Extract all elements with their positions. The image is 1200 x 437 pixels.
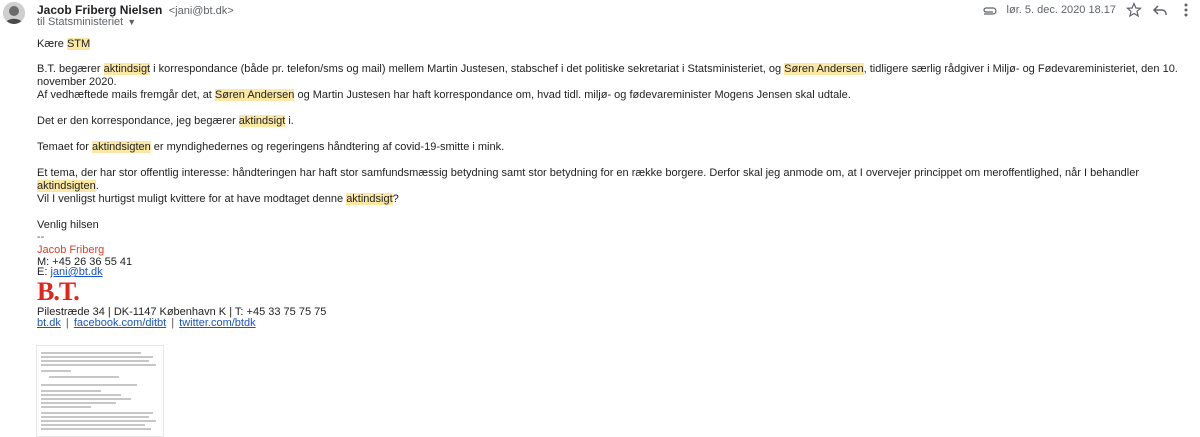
paragraph-correspondence: Det er den korrespondance, jeg begærer a… bbox=[37, 115, 294, 128]
paragraph-theme: Temaet for aktindsigten er myndighederne… bbox=[37, 141, 504, 154]
text-run: Vil I venligst hurtigst muligt kvittere … bbox=[37, 193, 347, 205]
text-run: Kære bbox=[37, 38, 67, 50]
star-icon[interactable] bbox=[1126, 2, 1142, 18]
paragraph-confirm: Vil I venligst hurtigst muligt kvittere … bbox=[37, 193, 399, 206]
signature-separator: -- bbox=[37, 231, 45, 243]
text-run: Temaet for bbox=[37, 141, 93, 153]
attachment-thumbnail[interactable] bbox=[36, 345, 164, 437]
text-run: er myndighedernes og regeringens håndter… bbox=[150, 141, 505, 153]
signature-links: bt.dk | facebook.com/ditbt | twitter.com… bbox=[37, 317, 256, 330]
link-separator: | bbox=[65, 317, 69, 329]
link-facebook[interactable]: facebook.com/ditbt bbox=[74, 317, 166, 329]
highlighted-term: Søren Andersen bbox=[214, 89, 295, 101]
paperclip-icon bbox=[982, 7, 997, 15]
link-bt-dk[interactable]: bt.dk bbox=[37, 317, 61, 329]
paragraph-attached-mails: Af vedhæftede mails fremgår det, at Søre… bbox=[37, 89, 851, 102]
message-meta: lør. 5. dec. 2020 18.17 bbox=[982, 2, 1194, 18]
text-run: Det er den korrespondance, jeg begærer bbox=[37, 115, 239, 127]
paragraph-interest: Et tema, der har stor offentlig interess… bbox=[37, 167, 1187, 193]
avatar[interactable] bbox=[3, 2, 25, 24]
paragraph-greeting: Kære STM bbox=[37, 38, 91, 51]
more-vert-icon[interactable] bbox=[1178, 2, 1194, 18]
highlighted-term: aktindsigt bbox=[103, 63, 151, 75]
highlighted-term: aktindsigten bbox=[37, 180, 96, 192]
paragraph-closing: Venlig hilsen bbox=[37, 219, 99, 232]
text-run: ? bbox=[392, 193, 399, 205]
recipient-label: til Statsministeriet bbox=[37, 16, 124, 28]
highlighted-term: STM bbox=[66, 38, 91, 50]
text-run: og Martin Justesen har haft korrespondan… bbox=[294, 89, 851, 101]
text-run: Et tema, der har stor offentlig interess… bbox=[37, 167, 1140, 179]
sender-line: Jacob Friberg Nielsen <jani@bt.dk> bbox=[37, 3, 234, 17]
text-run: Af vedhæftede mails fremgår det, at bbox=[37, 89, 215, 101]
highlighted-term: aktindsigt bbox=[238, 115, 286, 127]
highlighted-term: aktindsigt bbox=[346, 193, 393, 205]
text-run: i korrespondance (både pr. telefon/sms o… bbox=[150, 63, 785, 75]
reply-icon[interactable] bbox=[1152, 2, 1168, 18]
chevron-down-icon[interactable]: ▼ bbox=[127, 17, 136, 27]
bt-logo: B.T. bbox=[37, 277, 80, 306]
text-run: . bbox=[95, 180, 99, 192]
recipient-line[interactable]: til Statsministeriet ▼ bbox=[37, 16, 136, 28]
sender-email: <jani@bt.dk> bbox=[168, 5, 234, 17]
text-run: Venlig hilsen bbox=[37, 219, 99, 231]
highlighted-term: Søren Andersen bbox=[784, 63, 864, 75]
link-twitter[interactable]: twitter.com/btdk bbox=[179, 317, 255, 329]
sender-name[interactable]: Jacob Friberg Nielsen bbox=[37, 3, 162, 17]
text-run: B.T. begærer bbox=[37, 63, 104, 75]
message-date: lør. 5. dec. 2020 18.17 bbox=[1006, 4, 1116, 16]
text-run: i. bbox=[285, 115, 294, 127]
paragraph-request: B.T. begærer aktindsigt i korrespondance… bbox=[37, 63, 1187, 89]
link-separator: | bbox=[171, 317, 175, 329]
highlighted-term: aktindsigten bbox=[92, 141, 151, 153]
